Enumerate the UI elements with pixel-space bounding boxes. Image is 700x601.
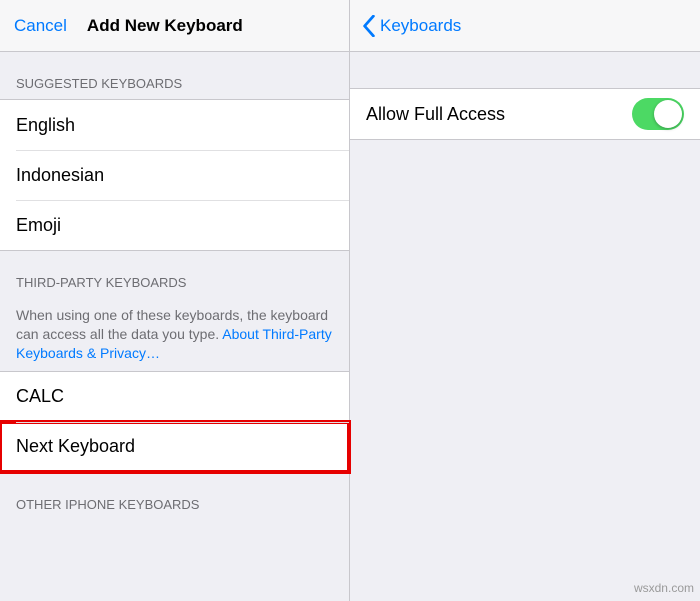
- back-label: Keyboards: [380, 16, 461, 36]
- suggested-header: Suggested Keyboards: [0, 52, 349, 99]
- thirdparty-list: CALC Next Keyboard: [0, 371, 349, 473]
- navbar-right: Keyboards: [350, 0, 700, 52]
- allow-full-access-row: Allow Full Access: [350, 89, 700, 139]
- thirdparty-header: Third-Party Keyboards: [0, 251, 349, 298]
- list-item-next-keyboard[interactable]: Next Keyboard: [0, 422, 349, 472]
- allow-label: Allow Full Access: [366, 104, 505, 125]
- allow-access-group: Allow Full Access: [350, 88, 700, 140]
- keyboard-settings-pane: Keyboards Allow Full Access: [350, 0, 700, 601]
- navbar-left: Cancel Add New Keyboard: [0, 0, 349, 52]
- chevron-left-icon: [362, 15, 376, 37]
- list-item[interactable]: CALC: [0, 372, 349, 422]
- other-header: Other iPhone Keyboards: [0, 473, 349, 520]
- allow-full-access-toggle[interactable]: [632, 98, 684, 130]
- list-item[interactable]: English: [0, 100, 349, 150]
- add-keyboard-pane: Cancel Add New Keyboard Suggested Keyboa…: [0, 0, 350, 601]
- watermark: wsxdn.com: [634, 581, 694, 595]
- thirdparty-footer: When using one of these keyboards, the k…: [0, 298, 349, 371]
- cancel-button[interactable]: Cancel: [8, 16, 73, 36]
- list-item[interactable]: Indonesian: [0, 150, 349, 200]
- page-title: Add New Keyboard: [87, 16, 243, 36]
- back-button[interactable]: Keyboards: [358, 15, 461, 37]
- suggested-list: English Indonesian Emoji: [0, 99, 349, 251]
- list-item[interactable]: Emoji: [0, 200, 349, 250]
